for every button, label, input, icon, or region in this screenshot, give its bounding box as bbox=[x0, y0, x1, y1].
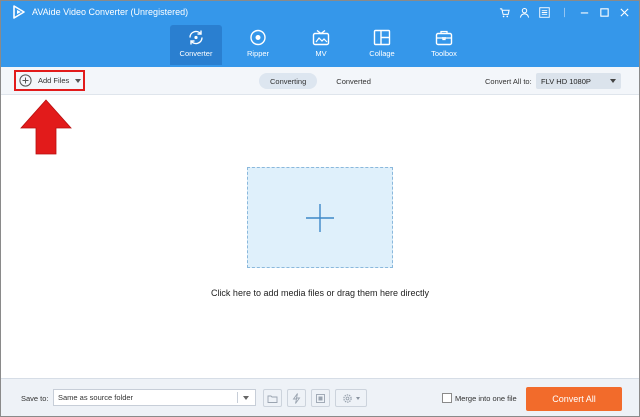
add-media-drop-zone[interactable] bbox=[247, 167, 393, 268]
app-header: AVAide Video Converter (Unregistered) Co… bbox=[1, 1, 639, 67]
app-logo-icon bbox=[13, 5, 25, 19]
save-to-select[interactable]: Same as source folder bbox=[53, 389, 256, 406]
divider-icon bbox=[557, 5, 571, 19]
tab-label: Collage bbox=[369, 49, 395, 58]
output-format-select[interactable]: FLV HD 1080P bbox=[536, 73, 621, 89]
merge-label: Merge into one file bbox=[455, 394, 517, 403]
open-folder-button[interactable] bbox=[263, 389, 282, 407]
toolbar: Add Files Converting Converted Convert A… bbox=[1, 67, 639, 95]
folder-icon bbox=[267, 395, 278, 403]
window-title: AVAide Video Converter (Unregistered) bbox=[32, 7, 189, 17]
file-list-area: Click here to add media files or drag th… bbox=[1, 95, 639, 376]
red-arrow-annotation-icon bbox=[20, 99, 72, 155]
close-icon[interactable] bbox=[617, 5, 631, 19]
tab-label: Toolbox bbox=[431, 49, 457, 58]
chevron-down-icon[interactable] bbox=[75, 78, 82, 83]
add-files-button[interactable]: Add Files bbox=[14, 70, 85, 91]
tab-label: MV bbox=[315, 49, 327, 58]
maximize-icon[interactable] bbox=[597, 5, 611, 19]
cart-icon[interactable] bbox=[497, 5, 511, 19]
tab-converting[interactable]: Converting bbox=[259, 73, 318, 89]
tab-label: Converter bbox=[179, 49, 213, 58]
add-files-label: Add Files bbox=[38, 76, 70, 85]
bottom-bar: Save to: Same as source folder Merge int… bbox=[1, 378, 639, 416]
chevron-down-icon bbox=[243, 396, 249, 400]
tab-converter[interactable]: Converter bbox=[170, 25, 222, 65]
drop-hint-text: Click here to add media files or drag th… bbox=[210, 288, 430, 298]
lightning-icon bbox=[292, 392, 301, 404]
mv-icon bbox=[312, 29, 330, 46]
main-nav: Converter Ripper MV Collage Toolbox bbox=[1, 23, 639, 67]
gear-icon bbox=[343, 393, 352, 403]
tab-converted[interactable]: Converted bbox=[325, 73, 382, 89]
app-window: AVAide Video Converter (Unregistered) Co… bbox=[0, 0, 640, 417]
save-to-value: Same as source folder bbox=[58, 393, 134, 402]
gpu-icon bbox=[316, 393, 325, 403]
menu-icon[interactable] bbox=[537, 5, 551, 19]
chevron-down-icon bbox=[356, 396, 360, 400]
gpu-acceleration-button[interactable] bbox=[311, 389, 330, 407]
divider bbox=[237, 392, 238, 403]
plus-icon bbox=[306, 203, 334, 232]
status-segmented-control: Converting Converted bbox=[259, 73, 382, 89]
tab-toolbox[interactable]: Toolbox bbox=[418, 25, 470, 65]
hardware-acceleration-button[interactable] bbox=[287, 389, 306, 407]
add-circle-icon bbox=[19, 74, 32, 87]
settings-button[interactable] bbox=[335, 389, 367, 407]
convert-all-button[interactable]: Convert All bbox=[526, 387, 622, 411]
minimize-icon[interactable] bbox=[577, 5, 591, 19]
collage-icon bbox=[373, 29, 391, 46]
tab-mv[interactable]: MV bbox=[295, 25, 347, 65]
chevron-down-icon bbox=[610, 79, 616, 83]
save-to-label: Save to: bbox=[21, 394, 49, 403]
tab-collage[interactable]: Collage bbox=[356, 25, 408, 65]
convert-all-to-label: Convert All to: bbox=[485, 77, 532, 86]
ripper-icon bbox=[250, 29, 266, 46]
title-bar: AVAide Video Converter (Unregistered) bbox=[1, 1, 639, 23]
user-icon[interactable] bbox=[517, 5, 531, 19]
toolbox-icon bbox=[435, 30, 453, 46]
tab-ripper[interactable]: Ripper bbox=[232, 25, 284, 65]
converter-icon bbox=[189, 30, 203, 45]
output-format-value: FLV HD 1080P bbox=[541, 76, 591, 86]
merge-checkbox[interactable] bbox=[442, 393, 452, 403]
tab-label: Ripper bbox=[246, 49, 270, 58]
